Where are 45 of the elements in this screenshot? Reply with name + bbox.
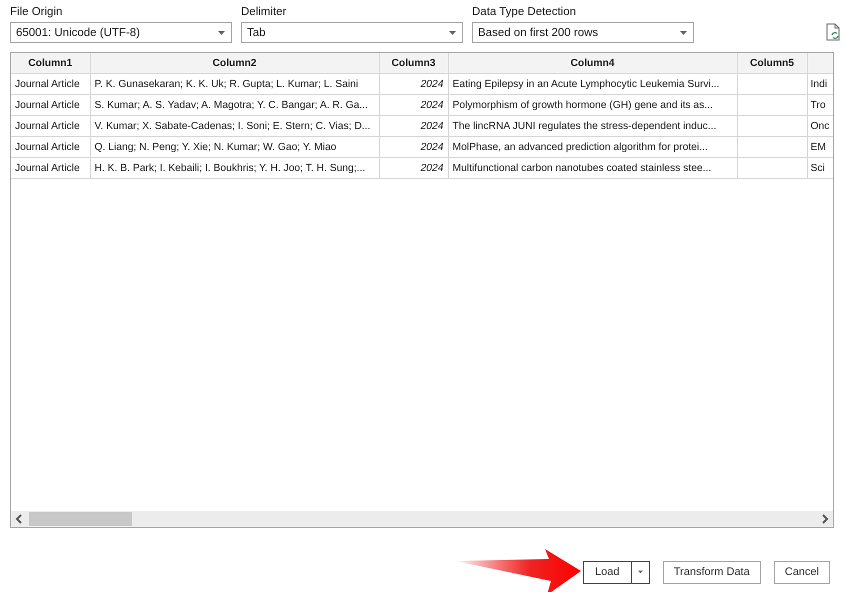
- column-header[interactable]: Column1: [11, 53, 90, 74]
- table-cell: 2024: [379, 136, 448, 158]
- option-label: Delimiter: [241, 5, 288, 19]
- table-cell: Eating Epilepsy in an Acute Lymphocytic Leukemia Survi...: [448, 74, 737, 94]
- table-cell: S. Kumar; A. S. Yadav; A. Magotra; Y. C. Bangar; A. R. Ga...: [90, 94, 379, 116]
- table-cell: 2024: [379, 116, 448, 136]
- table-cell: V. Kumar; X. Sabate-Cadenas; I. Soni; E. Stern; C. Vias; D...: [90, 116, 379, 136]
- table-cell: 2024: [379, 94, 448, 116]
- table-cell: EM: [807, 136, 833, 158]
- table-cell: Tro: [807, 94, 833, 116]
- table-cell: Sci: [807, 158, 833, 178]
- column-header[interactable]: Column3: [379, 53, 448, 74]
- table-cell: Onc: [807, 116, 833, 136]
- table-cell: 2024: [379, 74, 448, 94]
- table-cell: Indi: [807, 74, 833, 94]
- table-cell: H. K. B. Park; I. Kebaili; I. Boukhris; Y. H. Joo; T. H. Sung;...: [90, 158, 379, 178]
- table-cell: MolPhase, an advanced prediction algorithm for protei...: [448, 136, 737, 158]
- table-cell: Journal Article: [11, 94, 90, 116]
- option-dropdown[interactable]: Tab: [241, 22, 463, 43]
- dropdown-caret-icon: [638, 570, 643, 574]
- option-label: Data Type Detection: [472, 5, 577, 19]
- table-cell: Q. Liang; N. Peng; Y. Xie; N. Kumar; W. Gao; Y. Miao: [90, 136, 379, 158]
- option-label: File Origin: [10, 5, 64, 19]
- table-cell: P. K. Gunasekaran; K. K. Uk; R. Gupta; L. Kumar; L. Saini: [90, 74, 379, 94]
- horizontal-scrollbar[interactable]: [11, 511, 833, 527]
- table-cell: Polymorphism of growth hormone (GH) gene and its as...: [448, 94, 737, 116]
- table-cell: Journal Article: [11, 116, 90, 136]
- table-cell: Multifunctional carbon nanotubes coated stainless stee...: [448, 158, 737, 178]
- table-cell: 2024: [379, 158, 448, 178]
- option-dropdown[interactable]: 65001: Unicode (UTF-8): [10, 22, 232, 43]
- scrollbar-thumb[interactable]: [29, 512, 132, 526]
- table-cell: Journal Article: [11, 158, 90, 178]
- dialog-button[interactable]: Transform Data: [662, 560, 761, 584]
- dropdown-caret-icon: [449, 30, 456, 34]
- dropdown-caret-icon: [680, 30, 687, 34]
- column-header[interactable]: Column2: [90, 53, 379, 74]
- table-cell: Journal Article: [11, 74, 90, 94]
- column-header[interactable]: Column4: [448, 53, 737, 74]
- dropdown-caret-icon: [218, 30, 225, 34]
- option-dropdown[interactable]: Based on first 200 rows: [472, 22, 694, 43]
- dialog-button[interactable]: Cancel: [774, 560, 830, 584]
- table-cell: The lincRNA JUNI regulates the stress-dependent induc...: [448, 116, 737, 136]
- table-cell: Journal Article: [11, 136, 90, 158]
- refresh-document-icon[interactable]: [826, 23, 840, 41]
- column-header[interactable]: Column5: [737, 53, 807, 74]
